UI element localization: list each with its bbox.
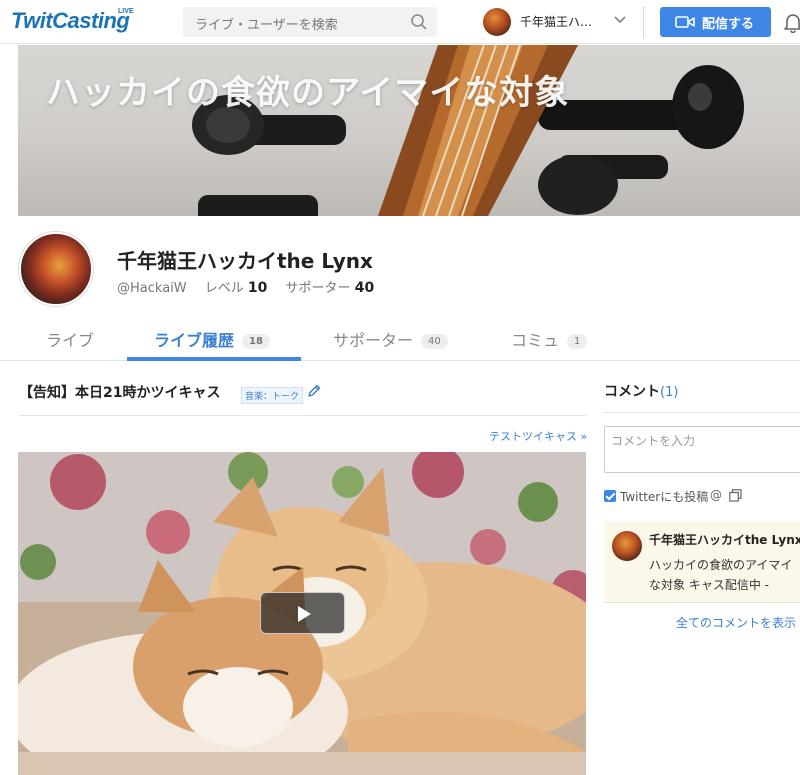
search-placeholder: ライブ・ユーザーを検索 xyxy=(195,18,338,33)
header-avatar[interactable] xyxy=(483,8,511,36)
broadcast-label: 配信する xyxy=(702,17,755,32)
tab-community[interactable]: コミュ 1 xyxy=(511,315,588,361)
profile-tabs: ライブ ライブ履歴 18 サポーター 40 コミュ 1 xyxy=(0,315,800,361)
test-cast-link[interactable]: テストツイキャス » xyxy=(489,428,587,444)
comment-input-placeholder: コメントを入力 xyxy=(611,434,696,448)
pencil-icon[interactable] xyxy=(306,383,322,399)
play-button[interactable] xyxy=(260,592,345,634)
profile-handle: @HackaiW xyxy=(117,281,187,296)
comments-heading: コメント(1) xyxy=(604,381,678,401)
twitter-post-label[interactable]: Twitterにも投稿 xyxy=(620,488,708,505)
profile-name: 千年猫王ハッカイthe Lynx xyxy=(117,249,373,273)
mention-icon[interactable]: @ xyxy=(710,488,722,502)
broadcast-button[interactable]: 配信する xyxy=(660,7,771,37)
active-tab-indicator xyxy=(127,357,301,361)
level-value: 10 xyxy=(247,280,268,296)
tab-supporters-count: 40 xyxy=(421,334,448,349)
comments-divider xyxy=(604,412,800,413)
logo-live-badge: LIVE xyxy=(118,8,134,15)
search-icon[interactable] xyxy=(410,13,428,31)
twitcasting-logo[interactable]: TwitCasting xyxy=(11,8,130,34)
tab-supporters[interactable]: サポーター 40 xyxy=(333,315,448,361)
tab-supporters-label: サポーター xyxy=(333,331,414,350)
play-icon xyxy=(298,606,311,622)
comment-user-name[interactable]: 千年猫王ハッカイthe Lynx xyxy=(649,531,800,548)
profile-avatar[interactable] xyxy=(19,232,93,306)
chevron-down-icon[interactable] xyxy=(612,12,628,28)
tab-community-count: 1 xyxy=(567,334,588,349)
bell-icon[interactable] xyxy=(782,11,800,33)
comment-text: ハッカイの食欲のアイマイな対象 キャス配信中 - xyxy=(649,558,793,592)
tab-live-label: ライブ xyxy=(46,331,95,350)
profile-meta: @HackaiW レベル 10 サポーター 40 xyxy=(117,277,374,296)
tab-live-history[interactable]: ライブ履歴 18 xyxy=(154,315,270,361)
tab-live-history-count: 18 xyxy=(242,334,270,349)
top-bar: TwitCasting LIVE ライブ・ユーザーを検索 千年猫王ハ… 配信する xyxy=(0,0,800,44)
comment-item: 千年猫王ハッカイthe Lynx ハッカイの食欲のアイマイな対象 キャス配信中 … xyxy=(604,521,800,603)
tab-community-label: コミュ xyxy=(511,331,560,350)
supporter-count[interactable]: 40 xyxy=(355,280,374,296)
main-divider xyxy=(19,415,586,416)
search-input[interactable]: ライブ・ユーザーを検索 xyxy=(183,7,437,37)
comments-heading-label: コメント xyxy=(604,384,660,400)
level-label: レベル xyxy=(204,281,244,296)
genre-badge[interactable]: 音楽：トーク xyxy=(241,387,304,404)
twitter-post-checkbox[interactable] xyxy=(604,490,616,502)
comments-count: (1) xyxy=(660,385,679,400)
comment-avatar[interactable] xyxy=(612,531,642,561)
profile-banner: ハッカイの食欲のアイマイな対象 xyxy=(18,45,800,216)
all-comments-link[interactable]: 全てのコメントを表示 xyxy=(676,614,796,631)
live-title: 【告知】本日21時かツイキャス xyxy=(19,385,221,401)
banner-title: ハッカイの食欲のアイマイな対象 xyxy=(46,73,570,113)
header-separator xyxy=(643,7,644,37)
tab-live-history-label: ライブ履歴 xyxy=(154,331,235,350)
tab-live[interactable]: ライブ xyxy=(46,315,94,361)
copy-icon[interactable] xyxy=(729,489,742,502)
video-camera-icon xyxy=(675,16,695,28)
supporter-label: サポーター xyxy=(285,281,351,296)
header-user-name[interactable]: 千年猫王ハ… xyxy=(520,13,612,30)
comment-input[interactable]: コメントを入力 xyxy=(604,426,800,473)
